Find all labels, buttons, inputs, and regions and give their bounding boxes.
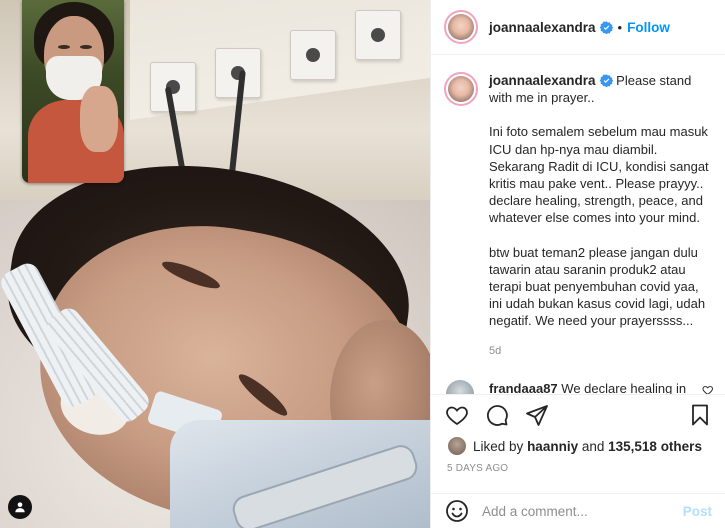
like-button[interactable]	[445, 403, 469, 427]
emoji-icon[interactable]	[445, 499, 469, 523]
save-button[interactable]	[688, 403, 712, 427]
post-header: joannaalexandra • Follow	[431, 0, 725, 55]
bookmark-icon	[692, 404, 708, 425]
pip-hand	[80, 86, 118, 152]
post-photo[interactable]	[0, 0, 430, 528]
follow-button[interactable]: Follow	[627, 20, 670, 35]
photo-socket	[355, 10, 401, 60]
pip-eye	[80, 45, 92, 49]
likes-prefix: Liked by	[473, 438, 524, 454]
post-comment-button[interactable]: Post	[683, 504, 712, 519]
comment-button[interactable]	[485, 403, 509, 427]
share-button[interactable]	[525, 403, 549, 427]
comment-icon	[487, 404, 508, 426]
likes-summary: Liked by haanniy and 135,518 others	[447, 436, 702, 456]
liker-username[interactable]: haanniy	[527, 439, 578, 454]
comment-body: frandaaa87 We declare healing in Jesus n…	[489, 380, 694, 394]
caption-age: 5d	[489, 344, 502, 357]
likes-count[interactable]: 135,518 others	[608, 439, 702, 454]
caption: joannaalexandra Please stand with me in …	[444, 72, 713, 360]
photo-socket	[290, 30, 336, 80]
video-call-pip	[22, 0, 124, 183]
caption-username[interactable]: joannaalexandra	[489, 73, 596, 88]
comment-item: frandaaa87 We declare healing in Jesus n…	[444, 379, 713, 394]
caption-body: joannaalexandra Please stand with me in …	[489, 72, 713, 360]
verified-badge-icon	[599, 20, 613, 34]
comment-input[interactable]	[482, 503, 682, 519]
heart-icon	[446, 406, 468, 425]
comment-avatar[interactable]	[446, 379, 474, 394]
caption-avatar[interactable]	[444, 72, 478, 106]
likes-and: and	[581, 438, 605, 454]
author-username[interactable]: joannaalexandra	[489, 20, 596, 35]
instagram-post-view: joannaalexandra • Follow joannaalexandra…	[0, 0, 725, 528]
share-icon	[526, 404, 548, 426]
user-tag-icon[interactable]	[8, 495, 32, 519]
post-timestamp[interactable]: 5 DAYS AGO	[447, 463, 508, 474]
verified-badge-icon	[599, 74, 613, 87]
liker-avatar[interactable]	[447, 436, 467, 456]
caption-text-3: btw buat teman2 please jangan dulu tawar…	[489, 244, 706, 329]
comment-heart-icon[interactable]	[702, 384, 713, 394]
comment-username[interactable]: frandaaa87	[489, 381, 558, 394]
action-bar	[431, 394, 725, 434]
separator-dot: •	[617, 19, 623, 35]
post-sidebar: joannaalexandra • Follow joannaalexandra…	[430, 0, 725, 528]
caption-text-2: Ini foto semalem sebelum mau masuk ICU d…	[489, 124, 709, 226]
author-avatar[interactable]	[444, 10, 478, 44]
add-comment-bar: Post	[431, 493, 725, 528]
pip-eye	[58, 45, 70, 49]
comments-list[interactable]: joannaalexandra Please stand with me in …	[431, 56, 725, 394]
